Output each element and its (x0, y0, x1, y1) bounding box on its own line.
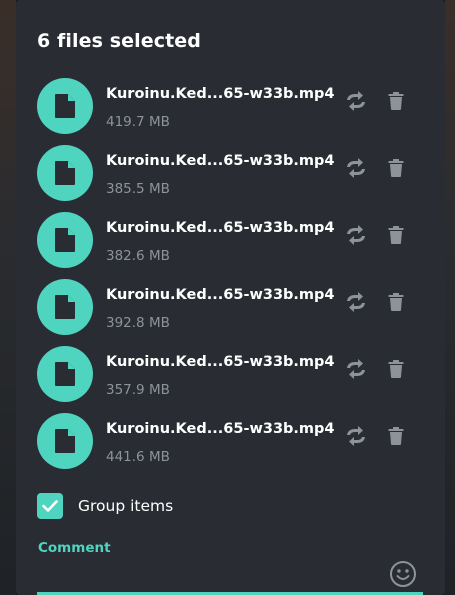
file-size: 382.6 MB (106, 248, 170, 264)
delete-button[interactable] (383, 356, 409, 382)
delete-button[interactable] (383, 222, 409, 248)
file-row: Kuroinu.Ked...65-w33b.mp4 357.9 MB (16, 342, 445, 409)
file-icon (37, 346, 93, 402)
file-size: 419.7 MB (106, 114, 170, 130)
file-name: Kuroinu.Ked...65-w33b.mp4 (106, 421, 335, 437)
checkmark-icon (42, 500, 58, 512)
file-icon (37, 212, 93, 268)
replace-button[interactable] (343, 222, 369, 248)
file-list: Kuroinu.Ked...65-w33b.mp4 419.7 MB Kuroi… (16, 74, 445, 476)
file-icon (37, 413, 93, 469)
file-icon (37, 78, 93, 134)
file-row: Kuroinu.Ked...65-w33b.mp4 385.5 MB (16, 141, 445, 208)
comment-input[interactable] (37, 556, 427, 592)
file-name: Kuroinu.Ked...65-w33b.mp4 (106, 220, 335, 236)
replace-icon (347, 359, 365, 379)
file-size: 357.9 MB (106, 382, 170, 398)
file-row: Kuroinu.Ked...65-w33b.mp4 392.8 MB (16, 275, 445, 342)
file-name: Kuroinu.Ked...65-w33b.mp4 (106, 354, 335, 370)
file-name: Kuroinu.Ked...65-w33b.mp4 (106, 287, 335, 303)
replace-icon (347, 225, 365, 245)
file-row: Kuroinu.Ked...65-w33b.mp4 382.6 MB (16, 208, 445, 275)
file-size: 441.6 MB (106, 449, 170, 465)
trash-icon (388, 360, 404, 378)
file-name: Kuroinu.Ked...65-w33b.mp4 (106, 86, 335, 102)
trash-icon (388, 427, 404, 445)
trash-icon (388, 226, 404, 244)
replace-icon (347, 426, 365, 446)
file-name: Kuroinu.Ked...65-w33b.mp4 (106, 153, 335, 169)
backdrop-left (0, 0, 16, 595)
trash-icon (388, 159, 404, 177)
group-items-toggle[interactable]: Group items (37, 493, 173, 519)
delete-button[interactable] (383, 88, 409, 114)
emoji-button[interactable] (389, 560, 417, 588)
trash-icon (388, 293, 404, 311)
delete-button[interactable] (383, 423, 409, 449)
replace-button[interactable] (343, 289, 369, 315)
send-files-dialog: 6 files selected Kuroinu.Ked...65-w33b.m… (16, 0, 445, 595)
file-row: Kuroinu.Ked...65-w33b.mp4 419.7 MB (16, 74, 445, 141)
comment-label: Comment (38, 540, 111, 556)
group-items-checkbox[interactable] (37, 493, 63, 519)
smiley-icon (390, 561, 416, 587)
file-row: Kuroinu.Ked...65-w33b.mp4 441.6 MB (16, 409, 445, 476)
file-icon (37, 279, 93, 335)
group-items-label: Group items (78, 497, 174, 515)
trash-icon (388, 92, 404, 110)
replace-icon (347, 292, 365, 312)
replace-button[interactable] (343, 155, 369, 181)
replace-icon (347, 158, 365, 178)
replace-icon (347, 91, 365, 111)
backdrop-right (445, 0, 455, 595)
replace-button[interactable] (343, 356, 369, 382)
file-size: 392.8 MB (106, 315, 170, 331)
file-size: 385.5 MB (106, 181, 170, 197)
replace-button[interactable] (343, 423, 369, 449)
replace-button[interactable] (343, 88, 369, 114)
delete-button[interactable] (383, 155, 409, 181)
dialog-title: 6 files selected (37, 30, 201, 52)
file-icon (37, 145, 93, 201)
delete-button[interactable] (383, 289, 409, 315)
